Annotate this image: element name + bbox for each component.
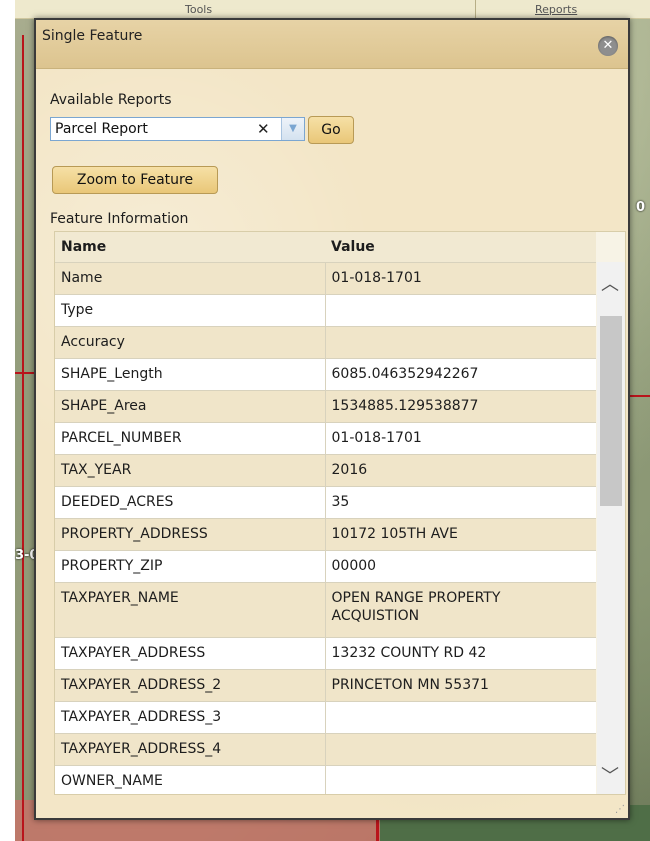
report-combobox[interactable]: ✕ ▼: [50, 117, 305, 141]
chevron-down-icon[interactable]: ▼: [281, 118, 304, 140]
tools-tab[interactable]: Tools: [185, 3, 212, 16]
attribute-value-cell: 13232 COUNTY RD 42: [325, 637, 596, 670]
attribute-value-cell: 6085.046352942267: [325, 358, 596, 391]
table-row[interactable]: Type: [55, 294, 596, 327]
attribute-name-cell: TAXPAYER_NAME: [55, 582, 326, 638]
attribute-name-cell: TAXPAYER_ADDRESS_4: [55, 733, 326, 766]
table-scrollbar[interactable]: ︿ ﹀: [597, 262, 625, 794]
table-row[interactable]: TAX_YEAR 2016: [55, 454, 596, 487]
clear-icon[interactable]: ✕: [257, 120, 270, 138]
map-parcel-line: [15, 372, 35, 374]
map-parcel-line: [630, 395, 650, 397]
attribute-name-cell: PARCEL_NUMBER: [55, 422, 326, 455]
attribute-name-cell: TAXPAYER_ADDRESS: [55, 637, 326, 670]
dialog-title: Single Feature: [42, 28, 143, 44]
attribute-name-cell: DEEDED_ACRES: [55, 486, 326, 519]
close-icon[interactable]: ✕: [598, 36, 618, 56]
map-parcel-label: 0: [636, 200, 646, 215]
attribute-value-cell: 00000: [325, 550, 596, 583]
table-row[interactable]: PROPERTY_ADDRESS 10172 105TH AVE: [55, 518, 596, 551]
map-parcel-line: [22, 35, 24, 841]
report-input[interactable]: [51, 118, 245, 140]
table-row[interactable]: TAXPAYER_NAME OPEN RANGE PROPERTY ACQUIST…: [55, 582, 596, 638]
table-row[interactable]: TAXPAYER_ADDRESS 13232 COUNTY RD 42: [55, 637, 596, 670]
attribute-name-cell: SHAPE_Area: [55, 390, 326, 423]
attribute-value-cell: 10172 105TH AVE: [325, 518, 596, 551]
attribute-name-cell: Accuracy: [55, 326, 326, 359]
dialog-header[interactable]: Single Feature ✕: [36, 20, 628, 69]
table-row[interactable]: OWNER_NAME: [55, 765, 596, 794]
single-feature-dialog: Single Feature ✕ Available Reports ✕ ▼ G…: [34, 18, 630, 820]
attribute-value-cell: 01-018-1701: [325, 422, 596, 455]
table-row[interactable]: SHAPE_Area 1534885.129538877: [55, 390, 596, 423]
attribute-value-cell: [325, 733, 596, 766]
table-row[interactable]: Name 01-018-1701: [55, 262, 596, 295]
attribute-name-cell: PROPERTY_ZIP: [55, 550, 326, 583]
attribute-name-cell: Type: [55, 294, 326, 327]
table-row[interactable]: TAXPAYER_ADDRESS_3: [55, 701, 596, 734]
go-button[interactable]: Go: [308, 116, 354, 144]
attribute-value-cell: 01-018-1701: [325, 262, 596, 295]
feature-information-label: Feature Information: [50, 211, 189, 227]
attribute-value-cell: [325, 326, 596, 359]
column-header-value[interactable]: Value: [325, 232, 596, 263]
attribute-value-cell: [325, 701, 596, 734]
table-row[interactable]: TAXPAYER_ADDRESS_4: [55, 733, 596, 766]
attribute-name-cell: Name: [55, 262, 326, 295]
table-header-row: Name Value: [55, 232, 596, 263]
resize-grip-icon[interactable]: ⋰: [615, 804, 625, 815]
zoom-to-feature-button[interactable]: Zoom to Feature: [52, 166, 218, 194]
column-header-name[interactable]: Name: [55, 232, 325, 263]
table-row[interactable]: Accuracy: [55, 326, 596, 359]
attribute-value-cell: 2016: [325, 454, 596, 487]
table-row[interactable]: PARCEL_NUMBER 01-018-1701: [55, 422, 596, 455]
chevron-up-icon[interactable]: ︿: [601, 270, 619, 296]
feature-attributes-table: Name Value Name 01-018-1701 Type Accuracy SH…: [55, 232, 596, 794]
attribute-name-cell: SHAPE_Length: [55, 358, 326, 391]
attribute-name-cell: TAXPAYER_ADDRESS_3: [55, 701, 326, 734]
table-body: Name 01-018-1701 Type Accuracy SHAPE_Length 6…: [55, 262, 596, 794]
attribute-name-cell: PROPERTY_ADDRESS: [55, 518, 326, 551]
attribute-name-cell: OWNER_NAME: [55, 765, 326, 794]
attribute-value-cell: 35: [325, 486, 596, 519]
table-row[interactable]: DEEDED_ACRES 35: [55, 486, 596, 519]
chevron-down-icon[interactable]: ﹀: [601, 762, 619, 788]
attribute-value-cell: PRINCETON MN 55371: [325, 669, 596, 702]
table-row[interactable]: SHAPE_Length 6085.046352942267: [55, 358, 596, 391]
available-reports-label: Available Reports: [50, 92, 172, 108]
attribute-value-cell: OPEN RANGE PROPERTY ACQUISTION: [325, 582, 596, 638]
table-row[interactable]: PROPERTY_ZIP 00000: [55, 550, 596, 583]
top-toolbar: Tools Reports: [15, 0, 650, 19]
attribute-name-cell: TAXPAYER_ADDRESS_2: [55, 669, 326, 702]
attribute-name-cell: TAX_YEAR: [55, 454, 326, 487]
feature-table: Name Value Name 01-018-1701 Type Accuracy SH…: [54, 231, 626, 795]
toolbar-divider: [475, 0, 476, 18]
scrollbar-thumb[interactable]: [600, 316, 622, 506]
reports-tab[interactable]: Reports: [535, 3, 577, 16]
attribute-value-cell: [325, 294, 596, 327]
attribute-value-cell: 1534885.129538877: [325, 390, 596, 423]
table-row[interactable]: TAXPAYER_ADDRESS_2 PRINCETON MN 55371: [55, 669, 596, 702]
attribute-value-cell: [325, 765, 596, 794]
